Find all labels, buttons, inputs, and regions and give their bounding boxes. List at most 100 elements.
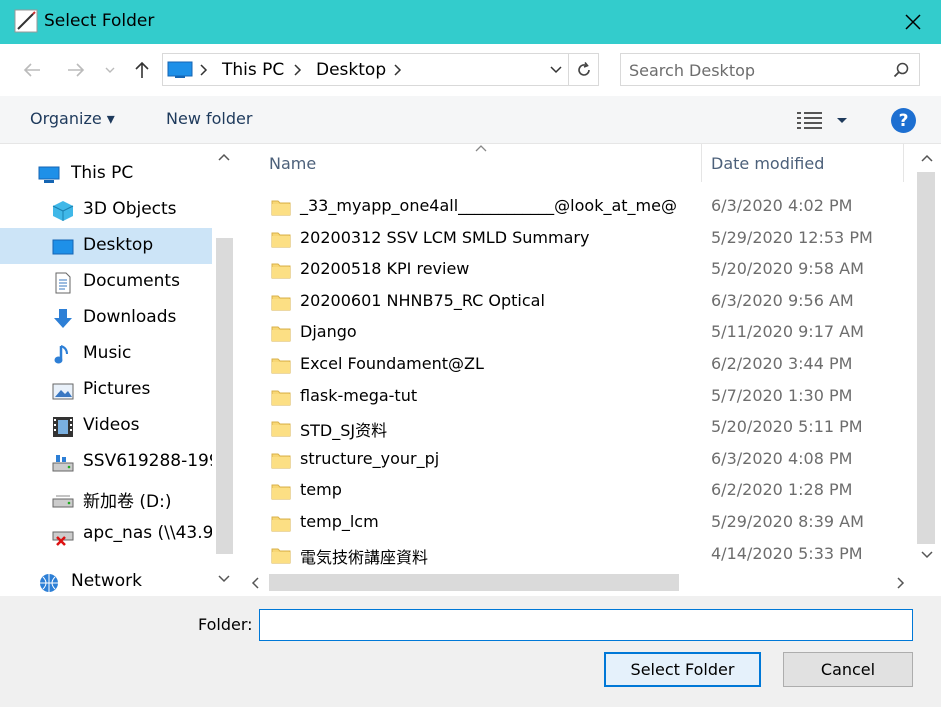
folder-icon-wrap <box>271 418 291 442</box>
chevron-down-icon <box>218 575 230 583</box>
drive-icon <box>52 495 74 508</box>
file-name: Excel Foundament@ZL <box>300 354 484 373</box>
chevron-up-icon <box>218 153 230 161</box>
close-button[interactable] <box>885 0 941 44</box>
sidebar-item-this-pc[interactable]: This PC <box>0 156 212 192</box>
vertical-scroll-thumb[interactable] <box>917 172 935 544</box>
up-button[interactable] <box>130 58 154 82</box>
file-name: flask-mega-tut <box>300 385 418 405</box>
chevron-left-icon <box>251 577 259 589</box>
file-name: STD_SJ资料 <box>300 421 388 441</box>
folder-icon <box>271 421 291 437</box>
file-name: temp_lcm <box>300 512 379 531</box>
refresh-button[interactable] <box>568 54 598 85</box>
file-list-pane: Name Date modified _33_myapp_one4all____… <box>243 144 941 596</box>
folder-input[interactable] <box>259 609 913 641</box>
download-arrow-icon <box>54 309 72 328</box>
file-row[interactable]: temp 6/2/2020 1:28 PM <box>243 475 905 506</box>
select-folder-button[interactable]: Select Folder <box>604 652 761 687</box>
picture-icon <box>52 383 74 400</box>
file-row[interactable]: temp_lcm 5/29/2020 8:39 AM <box>243 507 905 538</box>
folder-icon-wrap <box>271 355 291 379</box>
sidebar-item-desktop[interactable]: Desktop <box>0 228 212 264</box>
folder-icon-wrap <box>271 513 291 537</box>
file-row[interactable]: 電気技術講座資料 4/14/2020 5:33 PM <box>243 539 905 570</box>
search-box[interactable] <box>620 53 920 86</box>
sidebar-item-documents[interactable]: Documents <box>0 264 212 300</box>
forward-button[interactable] <box>64 58 88 82</box>
file-row[interactable]: flask-mega-tut 5/7/2020 1:30 PM <box>243 381 905 412</box>
drive-icon <box>52 455 74 472</box>
file-row[interactable]: 20200518 KPI review 5/20/2020 9:58 AM <box>243 254 905 285</box>
sidebar-item-network[interactable]: Network <box>0 564 212 600</box>
sidebar-item-label: Music <box>83 343 132 363</box>
file-row[interactable]: structure_your_pj 6/3/2020 4:08 PM <box>243 444 905 475</box>
sidebar-item-pictures[interactable]: Pictures <box>0 372 212 408</box>
column-divider[interactable] <box>903 144 904 182</box>
address-bar[interactable]: This PC Desktop <box>162 53 599 86</box>
sidebar-item-label: apc_nas (\\43.98 <box>83 523 212 543</box>
dialog-footer: Folder: Select Folder Cancel <box>0 596 941 707</box>
up-arrow-icon <box>135 61 149 78</box>
sidebar-item-d-drive[interactable]: 新加卷 (D:) <box>0 480 212 516</box>
file-row[interactable]: _33_myapp_one4all____________@look_at_me… <box>243 191 905 222</box>
file-row[interactable]: Django 5/11/2020 9:17 AM <box>243 317 905 348</box>
navigation-scroll-thumb[interactable] <box>216 238 233 554</box>
details-view-icon <box>797 112 847 129</box>
network-drive-disconnected-icon <box>52 531 74 546</box>
file-date-modified: 5/29/2020 8:39 AM <box>711 512 864 531</box>
window-title: Select Folder <box>44 11 155 31</box>
file-row[interactable]: 20200601 NHNB75_RC Optical 6/3/2020 9:56 … <box>243 286 905 317</box>
help-button[interactable]: ? <box>891 108 916 133</box>
folder-icon <box>271 516 291 532</box>
film-icon <box>53 417 73 437</box>
chevron-right-icon <box>394 64 402 76</box>
file-row[interactable]: 20200312 SSV LCM SMLD Summary 5/29/2020 1… <box>243 223 905 254</box>
recent-locations-button[interactable] <box>100 58 120 82</box>
search-input[interactable] <box>629 58 879 82</box>
column-header-date-modified[interactable]: Date modified <box>702 144 902 182</box>
sort-ascending-icon <box>475 145 487 152</box>
column-header-name[interactable]: Name <box>243 144 701 182</box>
file-date-modified: 6/2/2020 1:28 PM <box>711 480 853 500</box>
new-folder-button[interactable]: New folder <box>166 109 252 128</box>
horizontal-scroll-thumb[interactable] <box>269 574 679 591</box>
close-icon <box>905 14 921 30</box>
title-bar: Select Folder <box>0 0 941 44</box>
command-toolbar: Organize ▾ New folder ? <box>0 96 941 144</box>
organize-button[interactable]: Organize ▾ <box>30 109 115 128</box>
file-date-modified: 5/11/2020 9:17 AM <box>711 322 864 342</box>
sidebar-item-label: Network <box>71 571 142 591</box>
sidebar-item-3d-objects[interactable]: 3D Objects <box>0 192 212 228</box>
file-name: structure_your_pj <box>300 448 440 468</box>
file-name: 電気技術講座資料 <box>300 547 429 567</box>
file-date-modified: 4/14/2020 5:33 PM <box>711 543 863 563</box>
sidebar-item-label: Documents <box>83 271 180 291</box>
sidebar-item-music[interactable]: Music <box>0 336 212 372</box>
sidebar-item-ssv-drive[interactable]: SSV619288-1995A <box>0 444 212 480</box>
address-dropdown-button[interactable] <box>545 54 567 85</box>
breadcrumb-desktop[interactable]: Desktop <box>316 60 386 80</box>
folder-icon <box>271 453 291 469</box>
file-date-modified: 5/20/2020 9:58 AM <box>711 259 864 279</box>
folder-icon <box>271 326 291 342</box>
file-name: _33_myapp_one4all____________@look_at_me… <box>300 196 677 215</box>
sidebar-item-videos[interactable]: Videos <box>0 408 212 444</box>
music-note-icon <box>54 345 68 364</box>
back-button[interactable] <box>20 58 44 82</box>
folder-icon-wrap <box>271 292 291 316</box>
file-row[interactable]: STD_SJ资料 5/20/2020 5:11 PM <box>243 412 905 443</box>
folder-icon <box>271 263 291 279</box>
folder-icon-wrap <box>271 229 291 253</box>
sidebar-item-apc-nas[interactable]: apc_nas (\\43.98 <box>0 516 212 552</box>
sidebar-item-downloads[interactable]: Downloads <box>0 300 212 336</box>
column-header-label: Date modified <box>711 154 825 173</box>
breadcrumb-this-pc[interactable]: This PC <box>222 60 284 80</box>
file-name: 20200601 NHNB75_RC Optical <box>300 290 545 310</box>
sidebar-item-label: This PC <box>71 163 134 183</box>
file-row[interactable]: Excel Foundament@ZL 6/2/2020 3:44 PM <box>243 349 905 380</box>
change-view-button[interactable] <box>797 110 853 134</box>
cancel-button[interactable]: Cancel <box>783 652 913 687</box>
cube-icon <box>52 201 74 221</box>
file-name: 20200312 SSV LCM SMLD Summary <box>300 227 590 247</box>
